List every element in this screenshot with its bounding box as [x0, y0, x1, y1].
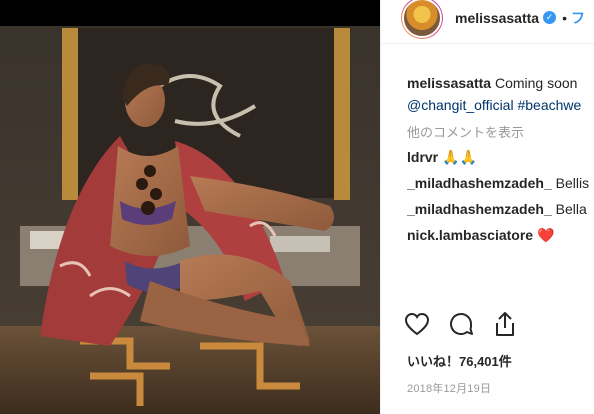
- comment-text: Bellis: [555, 175, 590, 191]
- comment-text: Bella: [555, 201, 587, 217]
- post-photo[interactable]: [0, 26, 380, 414]
- avatar-image: [402, 0, 442, 38]
- comment-item: _miladhashemzadeh_ Bellis: [407, 170, 594, 196]
- comment-username[interactable]: nick.lambasciatore: [407, 227, 533, 243]
- instagram-post: melissasatta ✓ • フ melissasatta Coming s…: [0, 0, 594, 414]
- header-username[interactable]: melissasatta: [455, 10, 539, 26]
- heart-outline-icon[interactable]: [403, 310, 431, 338]
- follow-button[interactable]: フ: [571, 8, 585, 28]
- post-date: 2018年12月19日: [407, 383, 492, 395]
- like-count[interactable]: いいね！76,401件: [407, 351, 512, 370]
- action-bar: [403, 310, 519, 338]
- comment-username[interactable]: _miladhashemzadeh_: [407, 201, 552, 217]
- comment-username[interactable]: ldrvr: [407, 149, 438, 165]
- post-header: melissasatta ✓ • フ: [381, 0, 594, 44]
- caption-text: Coming soon: [494, 75, 578, 91]
- separator-dot: •: [562, 9, 567, 26]
- comment-item: nick.lambasciatore ❤️: [407, 222, 594, 248]
- comment-item: _miladhashemzadeh_ Bella: [407, 196, 594, 222]
- comment-list: melissasatta Coming soon @changit_offici…: [407, 72, 594, 248]
- comment-username[interactable]: _miladhashemzadeh_: [407, 175, 552, 191]
- post-sidebar: melissasatta ✓ • フ melissasatta Coming s…: [380, 0, 594, 414]
- comment-text: 🙏🙏: [442, 149, 477, 165]
- caption-tags[interactable]: @changit_official #beachwe: [407, 94, 594, 116]
- avatar[interactable]: [401, 0, 443, 39]
- comment-text: ❤️: [536, 227, 555, 243]
- caption-username[interactable]: melissasatta: [407, 75, 491, 91]
- speech-bubble-icon[interactable]: [447, 310, 475, 338]
- post-caption: melissasatta Coming soon: [407, 72, 594, 94]
- post-media: [0, 0, 380, 414]
- load-more-comments-link[interactable]: 他のコメントを表示: [407, 122, 594, 144]
- verified-badge-icon: ✓: [543, 11, 557, 24]
- comment-item: ldrvr 🙏🙏: [407, 144, 594, 170]
- post-image: [0, 26, 380, 414]
- share-upload-icon[interactable]: [491, 310, 519, 338]
